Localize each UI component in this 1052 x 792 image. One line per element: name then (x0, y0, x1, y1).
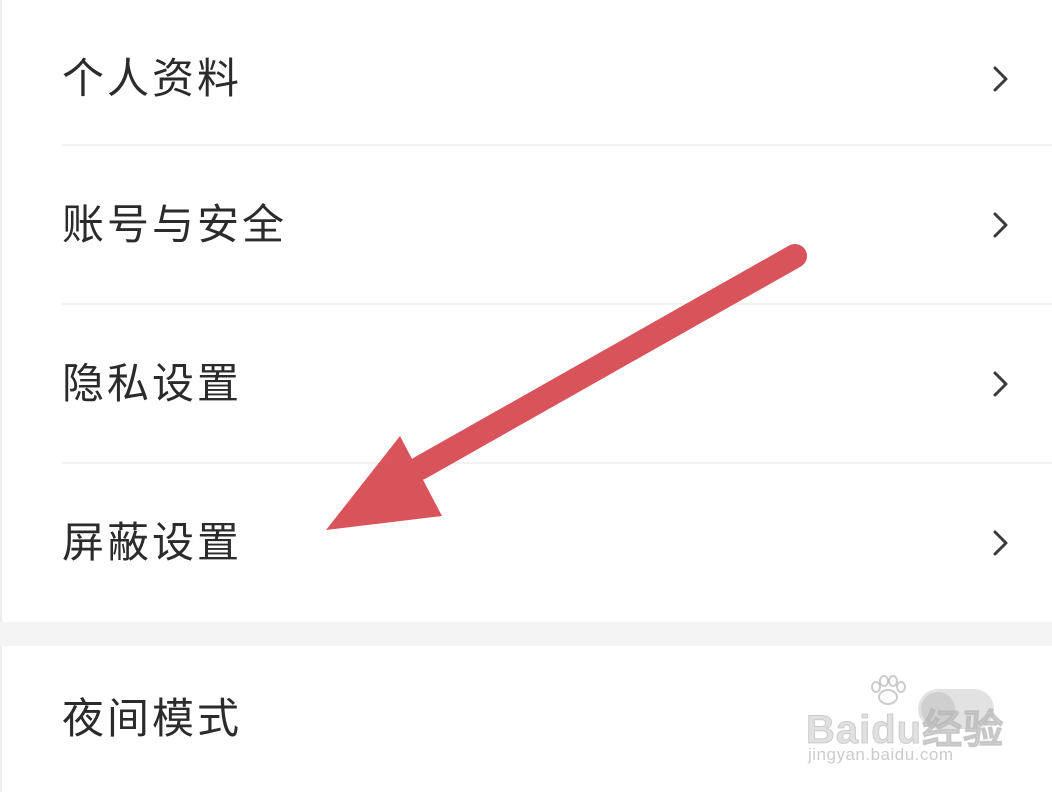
chevron-right-icon (993, 212, 1008, 238)
chevron-right-icon (993, 530, 1008, 556)
settings-item-label: 个人资料 (62, 54, 243, 103)
settings-item-label: 夜间模式 (62, 694, 243, 743)
settings-screen: 个人资料 账号与安全 隐私设置 屏蔽设置 夜间模式 Baidu经验 jingya… (0, 0, 1052, 792)
settings-group-account: 个人资料 账号与安全 隐私设置 屏蔽设置 (0, 0, 1052, 622)
group-separator (0, 622, 1052, 646)
settings-group-display: 夜间模式 (0, 646, 1052, 792)
settings-item-account-security[interactable]: 账号与安全 (0, 146, 1052, 304)
settings-item-block[interactable]: 屏蔽设置 (0, 464, 1052, 622)
chevron-right-icon (993, 371, 1008, 397)
toggle-knob (921, 692, 955, 726)
settings-item-night-mode[interactable]: 夜间模式 (0, 646, 1052, 792)
chevron-right-icon (993, 66, 1008, 92)
settings-item-label: 屏蔽设置 (62, 518, 243, 567)
settings-item-privacy[interactable]: 隐私设置 (0, 305, 1052, 463)
night-mode-toggle[interactable] (918, 689, 994, 729)
settings-item-label: 隐私设置 (62, 359, 243, 408)
settings-item-label: 账号与安全 (62, 200, 288, 249)
settings-item-profile[interactable]: 个人资料 (0, 0, 1052, 158)
